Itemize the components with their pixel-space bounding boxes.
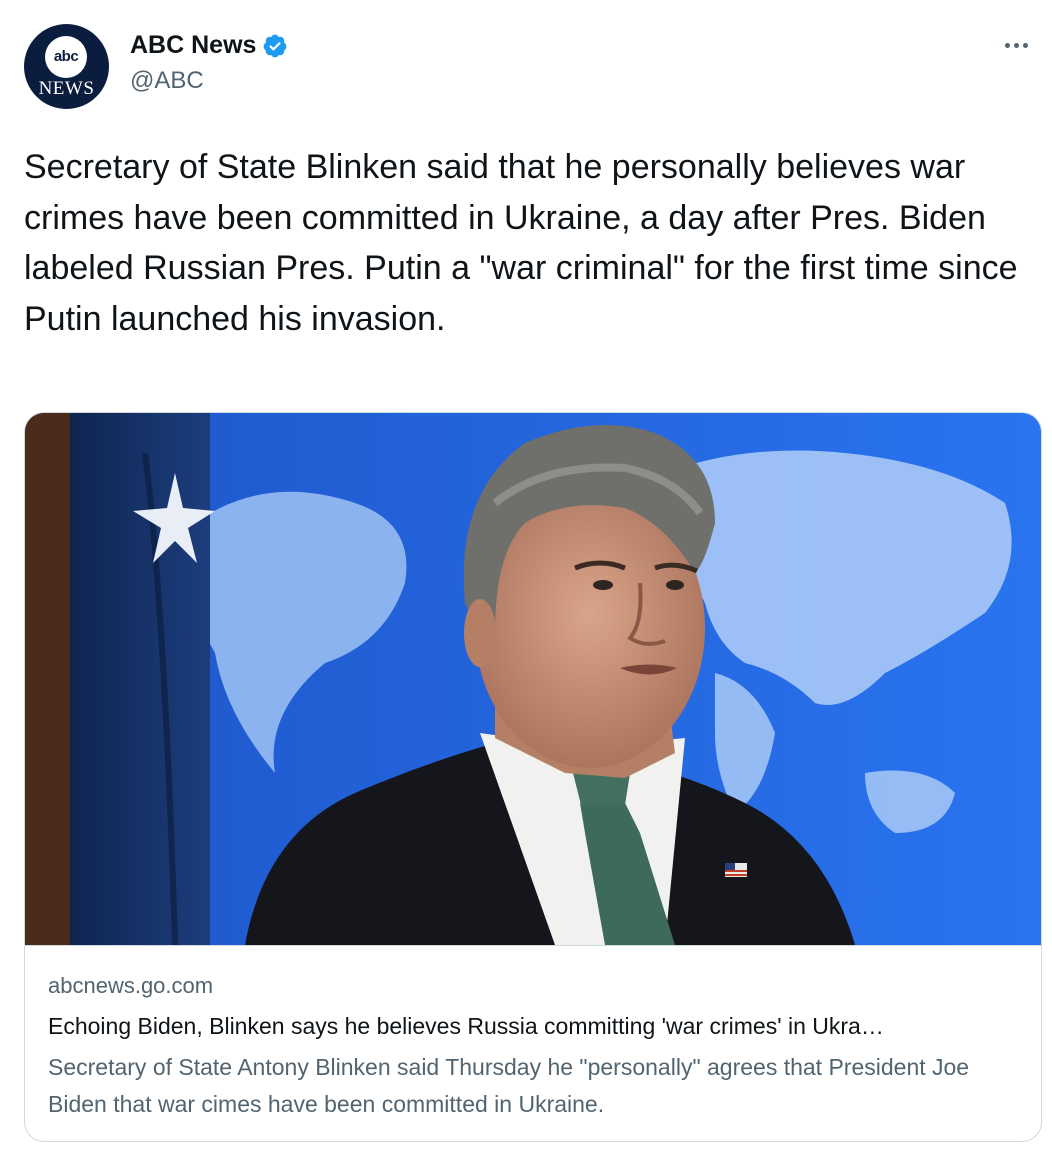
- handle[interactable]: @ABC: [130, 67, 204, 95]
- card-domain: abcnews.go.com: [48, 973, 214, 998]
- news-logo-text: NEWS: [38, 78, 95, 99]
- tweet: abc NEWS ABC News @ABC Secretary of Stat…: [0, 0, 1052, 1164]
- more-dot: [1004, 42, 1010, 48]
- abc-logo: abc: [45, 36, 87, 78]
- more-dot: [1013, 42, 1019, 48]
- more-dot: [1022, 42, 1028, 48]
- card-image[interactable]: [25, 413, 1041, 946]
- verified-badge-icon: [262, 33, 288, 59]
- avatar[interactable]: abc NEWS: [24, 24, 109, 109]
- tweet-text: Secretary of State Blinken said that he …: [24, 148, 1018, 338]
- card-description: Secretary of State Antony Blinken said T…: [48, 1054, 970, 1117]
- more-horizontal-icon[interactable]: [996, 30, 1036, 60]
- link-card[interactable]: abcnews.go.com Echoing Biden, Blinken sa…: [24, 412, 1042, 1142]
- card-title[interactable]: Echoing Biden, Blinken says he believes …: [48, 1013, 1023, 1040]
- display-name-row[interactable]: ABC News: [130, 31, 288, 60]
- display-name[interactable]: ABC News: [130, 31, 256, 60]
